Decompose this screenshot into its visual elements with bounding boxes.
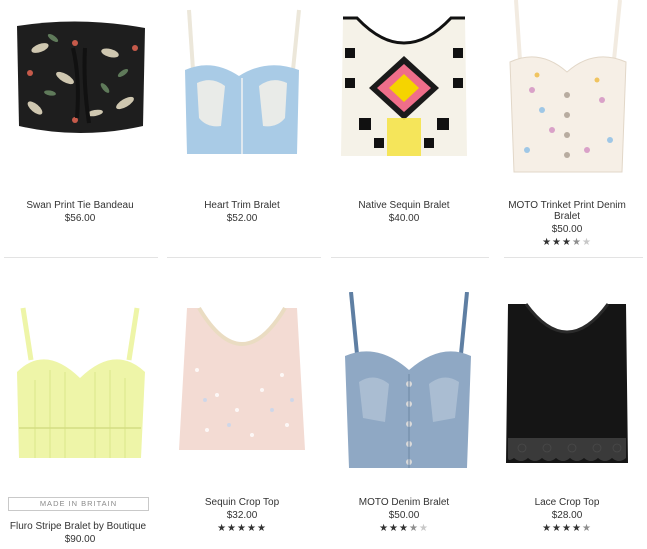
star-icon: ★ [399, 523, 409, 534]
product-price: $90.00 [64, 534, 96, 545]
rating-stars: ★★★★★ [487, 237, 647, 248]
star-icon: ★ [562, 523, 572, 534]
product-name[interactable]: MOTO Denim Bralet [324, 497, 484, 509]
product-name-line2[interactable]: Bralet [487, 211, 647, 223]
product-grid: Swan Print Tie Bandeau $56.00 Heart Trim… [0, 0, 647, 549]
star-icon: ★ [542, 237, 553, 248]
product-price: $40.00 [388, 213, 420, 224]
star-icon: ★ [237, 523, 247, 534]
row-divider [331, 257, 489, 258]
star-icon: ★ [571, 523, 582, 534]
product-name[interactable]: Lace Crop Top [487, 497, 647, 509]
row-divider [504, 257, 643, 258]
product-image-sequin-crop-top[interactable] [162, 300, 322, 465]
star-icon: ★ [571, 237, 582, 248]
star-icon: ★ [581, 237, 592, 248]
rating-stars: ★★★★★ [487, 523, 647, 534]
product-price: $32.00 [226, 510, 258, 521]
product-name[interactable]: Heart Trim Bralet [162, 200, 322, 212]
product-image-fluro-stripe-bralet[interactable] [0, 300, 160, 465]
row-divider [4, 257, 158, 258]
product-price: $52.00 [226, 213, 258, 224]
product-image-moto-denim-bralet[interactable] [324, 292, 484, 472]
star-icon: ★ [227, 523, 238, 534]
product-price: $28.00 [551, 510, 583, 521]
star-icon: ★ [552, 237, 563, 248]
product-price: $50.00 [551, 224, 583, 235]
star-icon: ★ [552, 523, 563, 534]
rating-stars: ★★★★★ [324, 523, 484, 534]
product-name[interactable]: Swan Print Tie Bandeau [0, 200, 160, 212]
star-icon: ★ [246, 523, 257, 534]
star-icon: ★ [408, 523, 419, 534]
star-icon: ★ [581, 523, 592, 534]
product-image-heart-trim-bralet[interactable] [162, 8, 322, 168]
product-name[interactable]: Fluro Stripe Bralet by Boutique [0, 521, 158, 533]
star-icon: ★ [256, 523, 267, 534]
rating-stars: ★★★★★ [162, 523, 322, 534]
star-icon: ★ [562, 237, 572, 248]
star-icon: ★ [379, 523, 390, 534]
star-icon: ★ [418, 523, 429, 534]
product-image-lace-crop-top[interactable] [487, 298, 647, 468]
product-price: $56.00 [64, 213, 96, 224]
made-in-britain-badge: MADE IN BRITAIN [8, 497, 149, 511]
product-image-native-sequin-bralet[interactable] [324, 8, 484, 163]
product-image-swan-print-tie-bandeau[interactable] [0, 8, 160, 158]
star-icon: ★ [389, 523, 400, 534]
star-icon: ★ [542, 523, 553, 534]
row-divider [167, 257, 321, 258]
product-price: $50.00 [388, 510, 420, 521]
product-name[interactable]: Native Sequin Bralet [324, 200, 484, 212]
product-image-moto-trinket-print-denim-bralet[interactable] [487, 0, 647, 178]
product-name[interactable]: Sequin Crop Top [162, 497, 322, 509]
star-icon: ★ [217, 523, 228, 534]
